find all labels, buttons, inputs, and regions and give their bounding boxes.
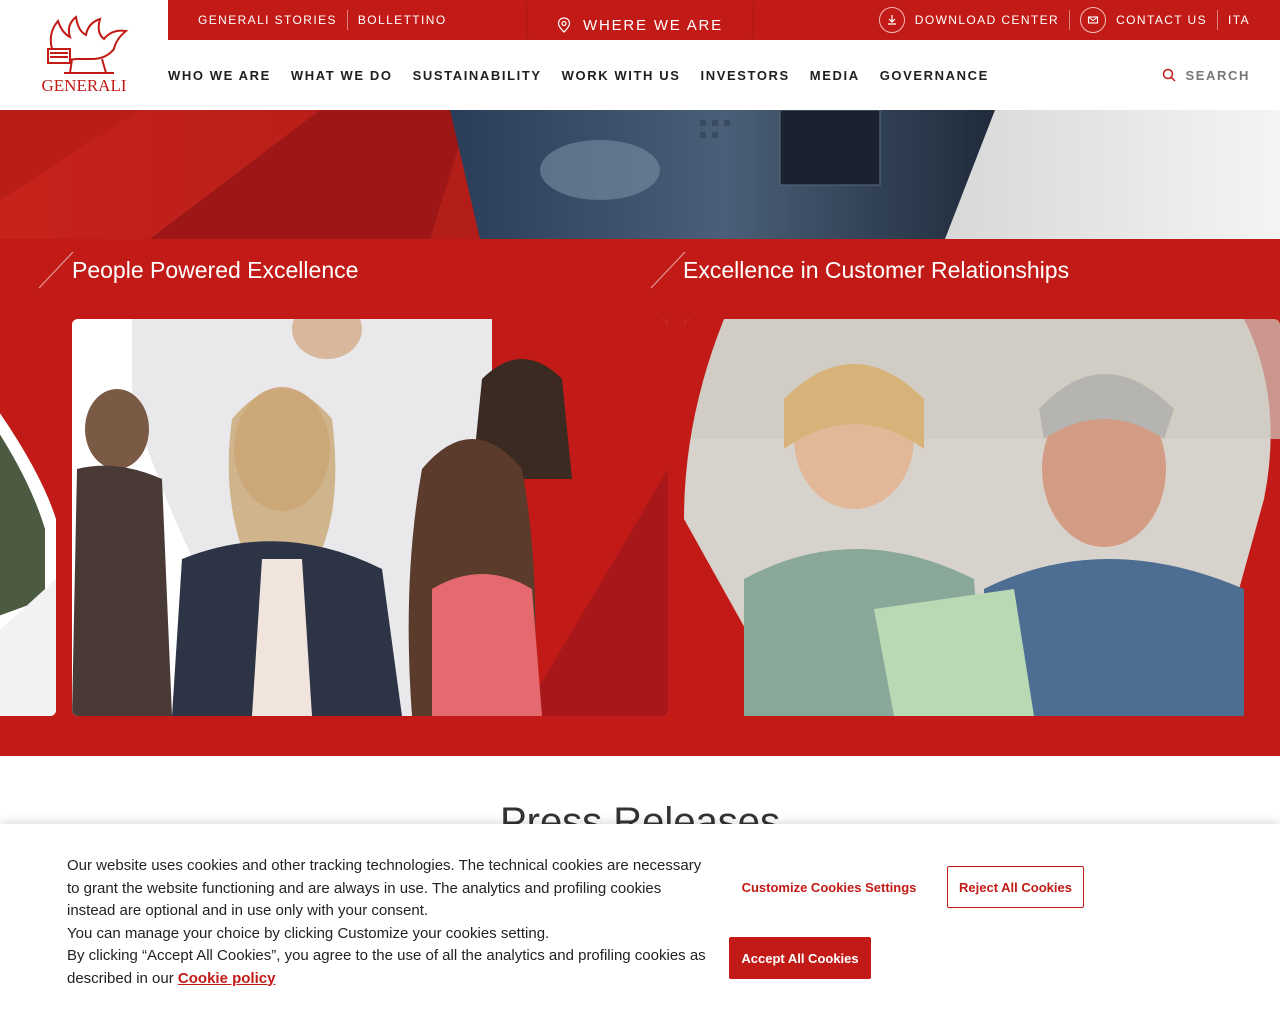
cookie-consent-text: By clicking “Accept All Cookies”, you ag… [67, 947, 706, 987]
generali-stories-link[interactable]: GENERALI STORIES [198, 13, 337, 27]
divider [1217, 10, 1219, 30]
cookie-text-line3: By clicking “Accept All Cookies”, you ag… [67, 945, 707, 990]
nav-media[interactable]: MEDIA [810, 68, 860, 83]
carousel-prev-card[interactable] [0, 319, 56, 716]
divider [346, 10, 348, 30]
nav-investors[interactable]: INVESTORS [701, 68, 790, 83]
bollettino-link[interactable]: BOLLETTINO [358, 13, 447, 27]
card-image-partial [0, 319, 56, 716]
hero-banner [0, 110, 1280, 239]
featured-cards-band: People Powered Excellence Excellence in … [0, 239, 1280, 756]
cookie-text-line1: Our website uses cookies and other track… [67, 857, 702, 919]
card-title-customer[interactable]: Excellence in Customer Relationships [683, 257, 1069, 284]
slash-decoration-icon [38, 251, 74, 289]
nav-what-we-do[interactable]: WHAT WE DO [291, 68, 393, 83]
search-icon [1162, 68, 1176, 82]
accept-all-cookies-button[interactable]: Accept All Cookies [729, 937, 871, 979]
customer-photo [684, 319, 1280, 716]
nav-governance[interactable]: GOVERNANCE [880, 68, 989, 83]
where-we-are-label: WHERE WE ARE [583, 16, 723, 34]
hero-image [0, 110, 1280, 239]
customize-cookies-button[interactable]: Customize Cookies Settings [728, 866, 930, 908]
lion-logo-icon: GENERALI [42, 15, 129, 95]
main-navigation: WHO WE ARE WHAT WE DO SUSTAINABILITY WOR… [168, 40, 1280, 110]
logo-wordmark: GENERALI [42, 76, 127, 95]
download-center-link[interactable]: DOWNLOAD CENTER [915, 13, 1059, 27]
top-links-right: DOWNLOAD CENTER CONTACT US ITA [878, 0, 1250, 40]
generali-logo[interactable]: GENERALI [0, 0, 168, 110]
location-pin-icon [557, 17, 571, 33]
download-icon [878, 7, 905, 33]
search-button[interactable]: SEARCH [1162, 40, 1251, 110]
card-customer-image[interactable] [684, 319, 1280, 716]
reject-all-cookies-button[interactable]: Reject All Cookies [947, 866, 1084, 908]
contact-us-link[interactable]: CONTACT US [1116, 13, 1207, 27]
card-people-image[interactable] [72, 319, 668, 716]
nav-sustainability[interactable]: SUSTAINABILITY [413, 68, 542, 83]
nav-who-we-are[interactable]: WHO WE ARE [168, 68, 271, 83]
nav-items: WHO WE ARE WHAT WE DO SUSTAINABILITY WOR… [168, 40, 1009, 110]
search-label: SEARCH [1185, 67, 1250, 83]
people-photo [72, 319, 668, 716]
cookie-message: Our website uses cookies and other track… [67, 855, 707, 990]
cookie-text-line2: You can manage your choice by clicking C… [67, 924, 550, 942]
mail-icon [1080, 7, 1107, 33]
top-links-left: GENERALI STORIES BOLLETTINO [198, 0, 447, 40]
divider [1069, 10, 1071, 30]
nav-work-with-us[interactable]: WORK WITH US [562, 68, 681, 83]
language-switch[interactable]: ITA [1228, 13, 1250, 27]
cookie-banner: Our website uses cookies and other track… [0, 824, 1280, 1024]
card-title-people[interactable]: People Powered Excellence [72, 257, 358, 284]
cookie-policy-link[interactable]: Cookie policy [178, 970, 276, 987]
slash-decoration-icon [650, 251, 686, 289]
